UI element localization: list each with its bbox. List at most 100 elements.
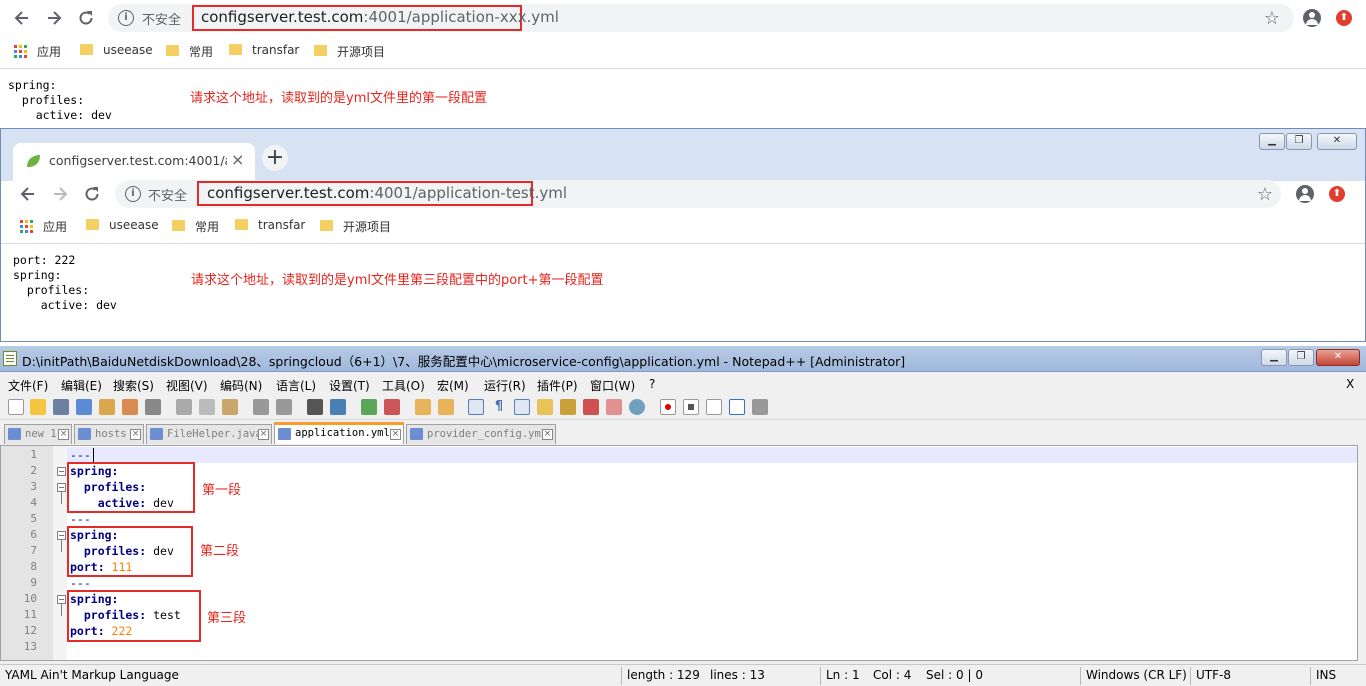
tab-close-icon[interactable]: × (542, 429, 553, 440)
status-insert-mode: INS (1316, 668, 1337, 682)
close-button[interactable]: ✕ (1316, 349, 1360, 366)
menu-window[interactable]: 窗口(W) (590, 377, 635, 394)
info-icon[interactable]: i (125, 186, 141, 202)
forward-icon[interactable] (41, 5, 67, 31)
reload-icon[interactable] (73, 5, 99, 31)
find-icon[interactable] (307, 399, 323, 415)
word-wrap-icon[interactable] (468, 399, 484, 415)
tab-close-icon[interactable]: × (231, 150, 244, 169)
fold-toggle-icon[interactable]: − (57, 531, 66, 540)
tab-hosts[interactable]: hosts × (74, 424, 144, 444)
bookmark-opensource[interactable]: 开源项目 (314, 43, 385, 60)
sync-horizontal-icon[interactable] (438, 399, 454, 415)
bookmark-common[interactable]: 常用 (166, 43, 213, 60)
menu-view[interactable]: 视图(V) (166, 377, 208, 394)
zoom-out-icon[interactable] (384, 399, 400, 415)
update-icon[interactable]: ⬆ (1329, 186, 1345, 202)
browser-tab[interactable]: configserver.test.com:4001/ap × (13, 143, 255, 181)
tab-close-icon[interactable]: × (258, 429, 269, 440)
show-all-chars-icon[interactable]: ¶ (491, 399, 507, 415)
tab-application-yml[interactable]: application.yml × (274, 422, 404, 444)
bookmark-transfar[interactable]: transfar (229, 43, 299, 57)
url-path: :4001/application-test.yml (369, 184, 568, 202)
profile-avatar-icon[interactable] (1296, 185, 1314, 203)
tab-new1[interactable]: new 1 × (4, 424, 72, 444)
monitoring-icon[interactable] (629, 399, 645, 415)
replace-icon[interactable] (330, 399, 346, 415)
url-text[interactable]: configserver.test.com:4001/application-t… (207, 184, 567, 202)
menu-tools[interactable]: 工具(O) (382, 377, 425, 394)
tab-close-icon[interactable]: × (390, 429, 401, 440)
menu-language[interactable]: 语言(L) (276, 377, 316, 394)
update-icon[interactable]: ⬆ (1336, 10, 1352, 26)
undo-icon[interactable] (253, 399, 269, 415)
line-number: 13 (23, 640, 37, 653)
fold-toggle-icon[interactable]: − (57, 483, 66, 492)
save-icon[interactable] (53, 399, 69, 415)
new-tab-button[interactable]: + (262, 145, 288, 171)
zoom-in-icon[interactable] (361, 399, 377, 415)
url-text[interactable]: configserver.test.com:4001/application-x… (201, 8, 559, 26)
back-icon[interactable] (15, 181, 41, 207)
bookmark-common[interactable]: 常用 (172, 218, 219, 235)
new-file-icon[interactable] (8, 399, 24, 415)
reload-icon[interactable] (79, 181, 105, 207)
record-macro-icon[interactable] (660, 399, 676, 415)
stop-macro-icon[interactable] (683, 399, 699, 415)
sync-vertical-icon[interactable] (415, 399, 431, 415)
save-all-icon[interactable] (76, 399, 92, 415)
tab-close-icon[interactable]: × (58, 429, 69, 440)
menu-encoding[interactable]: 编码(N) (220, 377, 262, 394)
minimize-button[interactable]: ▁ (1259, 133, 1285, 150)
bookmark-star-icon[interactable]: ☆ (1252, 181, 1278, 207)
bookmark-useease[interactable]: useease (86, 218, 159, 232)
menu-help[interactable]: ? (649, 377, 655, 391)
document-map-icon[interactable] (560, 399, 576, 415)
fold-toggle-icon[interactable]: − (57, 595, 66, 604)
tab-close-icon[interactable]: × (130, 429, 141, 440)
indent-guide-icon[interactable] (514, 399, 530, 415)
close-file-icon[interactable] (99, 399, 115, 415)
close-all-icon[interactable] (122, 399, 138, 415)
minimize-button[interactable]: ▁ (1261, 349, 1287, 366)
info-icon[interactable]: i (118, 10, 134, 26)
menu-file[interactable]: 文件(F) (8, 377, 48, 394)
tab-label: FileHelper.java (167, 428, 262, 440)
code-editor[interactable]: 1 2 3 4 5 6 7 8 9 10 11 12 13 − − − − --… (0, 445, 1358, 661)
bookmark-transfar[interactable]: transfar (235, 218, 305, 232)
bookmark-star-icon[interactable]: ☆ (1259, 5, 1285, 31)
copy-icon[interactable] (199, 399, 215, 415)
menu-plugins[interactable]: 插件(P) (537, 377, 578, 394)
paste-icon[interactable] (222, 399, 238, 415)
lang-define-icon[interactable] (537, 399, 553, 415)
maximize-button[interactable]: ❐ (1288, 349, 1314, 366)
fold-toggle-icon[interactable]: − (57, 467, 66, 476)
redo-icon[interactable] (276, 399, 292, 415)
save-macro-icon[interactable] (752, 399, 768, 415)
print-icon[interactable] (145, 399, 161, 415)
folder-workspace-icon[interactable] (606, 399, 622, 415)
play-macro-icon[interactable] (706, 399, 722, 415)
menu-run[interactable]: 运行(R) (484, 377, 526, 394)
menu-search[interactable]: 搜索(S) (113, 377, 154, 394)
back-icon[interactable] (9, 5, 35, 31)
tab-provider-config[interactable]: provider_config.yml × (406, 424, 556, 444)
bookmark-useease[interactable]: useease (80, 43, 153, 57)
bookmark-apps[interactable]: 应用 (20, 218, 67, 235)
run-macro-multiple-icon[interactable] (729, 399, 745, 415)
close-document-icon[interactable]: X (1346, 377, 1354, 391)
profile-avatar-icon[interactable] (1303, 9, 1321, 27)
bookmark-apps[interactable]: 应用 (14, 43, 61, 60)
cut-icon[interactable] (176, 399, 192, 415)
menu-edit[interactable]: 编辑(E) (61, 377, 102, 394)
bookmark-opensource[interactable]: 开源项目 (320, 218, 391, 235)
page-content-yaml: port: 222 spring: profiles: active: dev (13, 253, 117, 312)
function-list-icon[interactable] (583, 399, 599, 415)
menu-settings[interactable]: 设置(T) (329, 377, 370, 394)
open-file-icon[interactable] (30, 399, 46, 415)
forward-icon[interactable] (47, 181, 73, 207)
menu-macro[interactable]: 宏(M) (437, 377, 469, 394)
tab-filehelper[interactable]: FileHelper.java × (146, 424, 272, 444)
maximize-button[interactable]: ❐ (1286, 133, 1312, 150)
close-button[interactable]: ✕ (1317, 133, 1357, 150)
